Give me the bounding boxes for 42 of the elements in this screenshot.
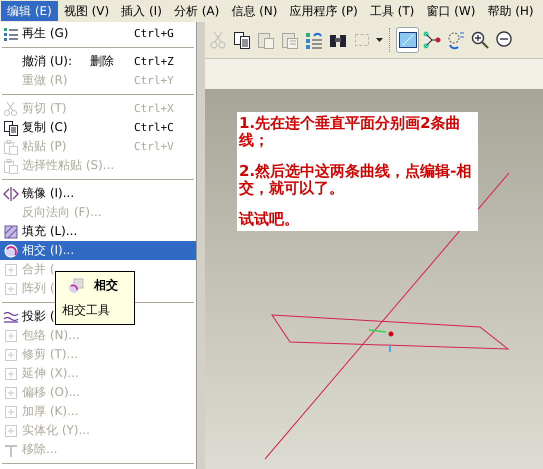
menu-bar-item[interactable]: 信息 (N) [225,1,284,21]
datum-display-icon [398,30,418,50]
paste-special-icon [3,158,19,174]
menu-item[interactable]: 相交 (I)... [0,241,196,260]
menu-bar-item[interactable]: 插入 (I) [115,1,168,21]
scissors-icon [208,30,228,50]
scissors-icon [3,100,19,116]
intersect-icon [3,242,19,258]
menu-bar-item[interactable]: 分析 (A) [168,1,226,21]
toolbar-button[interactable] [396,27,419,53]
note-text: 2.然后选中这两条曲线，点编辑-相交，就可以了。 [239,163,472,197]
regenerate-icon [3,26,19,42]
menu-item[interactable]: 填充 (L)... [0,222,80,241]
node-graph-icon [422,30,442,50]
menu-bar-item[interactable]: 应用程序 (P) [283,1,364,21]
menu-item[interactable]: 镜像 (I)... [0,184,76,203]
menu-item[interactable]: 再生 (G) Ctrl+G [0,24,196,43]
menu-item[interactable]: 投影 ( [0,307,56,326]
repaint-icon [446,30,466,50]
note-text: 试试吧。 [239,211,300,228]
copy-icon [3,120,19,136]
tooltip-description: 相交工具 [62,302,111,319]
hatched-square-icon [3,224,19,240]
menu-bar-item[interactable]: 编辑 (E) [1,1,58,21]
menu-item[interactable]: 复制 (C) Ctrl+C [0,118,196,137]
menu-bar-item[interactable]: 视图 (V) [58,1,116,21]
note-text: 1.先在连个垂直平面分别画2条曲线； [239,115,462,149]
regenerate-icon [304,30,324,50]
paste-special-icon [280,30,300,50]
intersection-point-drawing [368,329,394,352]
intersect-icon [68,278,84,294]
zoom-in-icon [470,30,490,50]
menu-bar-item[interactable]: 窗口 (W) [420,1,482,21]
menu-bar-item[interactable]: 帮助 (H) [481,1,540,21]
paste-icon [3,138,19,154]
mirror-icon [3,186,19,202]
menu-item[interactable]: 撤消 (U): 删除 Ctrl+Z [0,52,196,71]
menu-bar-item[interactable]: 工具 (T) [364,1,420,21]
copy-icon [232,30,252,50]
paste-icon [256,30,276,50]
caret-icon [376,38,382,42]
tooltip-title: 相交 [94,277,118,294]
